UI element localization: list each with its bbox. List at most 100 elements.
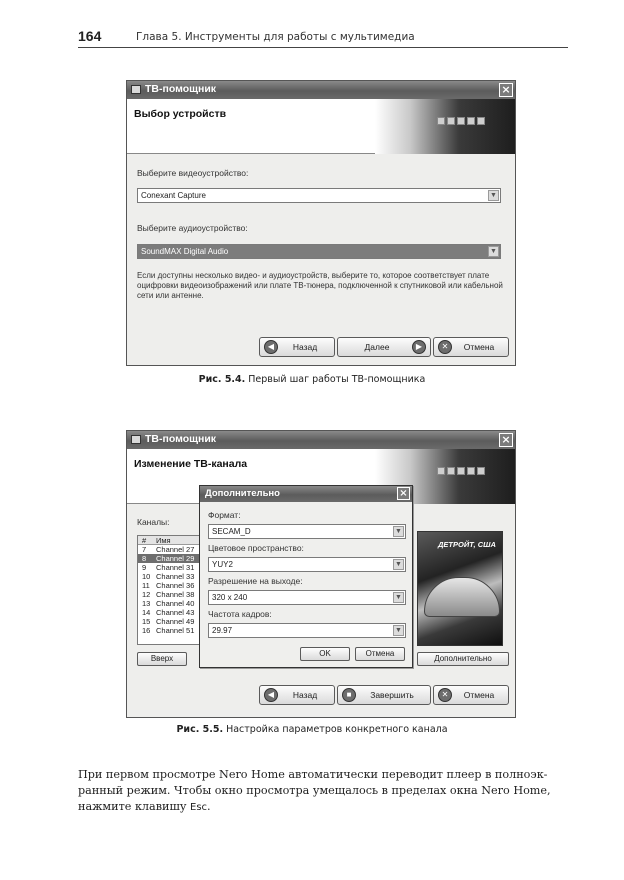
body-line: ранный режим. Чтобы окно просмотра умеща…	[78, 784, 551, 797]
help-text-line: сети или антенне.	[137, 291, 204, 300]
channel-name: Channel 43	[156, 608, 195, 617]
step-title: Выбор устройств	[134, 108, 227, 120]
figure-number: Рис. 5.4.	[198, 374, 246, 385]
frame-rate-select[interactable]: 29.97 ▼	[208, 623, 406, 638]
advanced-label: Дополнительно	[434, 654, 492, 663]
channel-number: 11	[142, 581, 150, 590]
list-item[interactable]: 9 Channel 31	[138, 563, 200, 572]
channel-list[interactable]: # Имя 7 Channel 27 8 Channel 29 9 Channel 31 1…	[137, 535, 201, 645]
running-header: 164 Глава 5. Инструменты для работы с му…	[78, 26, 568, 48]
finish-button[interactable]: ■ Завершить	[337, 685, 431, 705]
cancel-icon: ✕	[438, 340, 452, 354]
list-item[interactable]: 8 Channel 29	[138, 554, 200, 563]
figure-caption-text: Настройка параметров конкретного канала	[223, 724, 448, 735]
next-button-label: Далее	[364, 342, 390, 352]
resolution-select[interactable]: 320 x 240 ▼	[208, 590, 406, 605]
list-item[interactable]: 12 Channel 38	[138, 590, 200, 599]
channel-number: 15	[142, 617, 151, 626]
banner-artwork	[375, 99, 515, 154]
chevron-down-icon[interactable]: ▼	[393, 625, 404, 636]
app-icon	[131, 435, 141, 444]
dialog-cancel-button[interactable]: Отмена	[355, 647, 405, 661]
tv-preview: ДЕТРОЙТ, США	[417, 531, 503, 646]
channel-number: 12	[142, 590, 151, 599]
tv-wizard-window-channel: ТВ-помощник × Изменение ТВ-канала Каналы…	[126, 430, 516, 718]
audio-device-select[interactable]: SoundMAX Digital Audio ▼	[137, 244, 501, 259]
list-item[interactable]: 7 Channel 27	[138, 545, 200, 554]
channels-label: Каналы:	[137, 517, 170, 527]
list-item[interactable]: 11 Channel 36	[138, 581, 200, 590]
cancel-button-label: Отмена	[463, 690, 495, 700]
cancel-button[interactable]: ✕ Отмена	[433, 685, 509, 705]
channel-name: Channel 31	[156, 563, 195, 572]
close-icon[interactable]: ×	[499, 433, 513, 447]
body-line: При первом просмотре Nero Home автоматич…	[78, 768, 548, 781]
back-button-label: Назад	[292, 342, 318, 352]
back-button[interactable]: ◀ Назад	[259, 685, 335, 705]
back-button-label: Назад	[292, 690, 318, 700]
list-item[interactable]: 16 Channel 51	[138, 626, 200, 635]
back-button[interactable]: ◀ Назад	[259, 337, 335, 357]
ok-button[interactable]: OK	[300, 647, 350, 661]
help-text-line: Если доступны несколько видео- и аудиоус…	[137, 271, 490, 280]
audio-device-label: Выберите аудиоустройство:	[137, 223, 248, 233]
car-image	[424, 577, 500, 617]
move-up-label: Вверх	[150, 654, 174, 663]
esc-key-name: Esc	[190, 802, 208, 813]
help-text-line: оцифровки видеоизображений или плате ТВ-…	[137, 281, 503, 290]
advanced-dialog: Дополнительно × Формат: SECAM_D ▼ Цветов…	[199, 485, 413, 668]
step-title: Изменение ТВ-канала	[134, 458, 248, 470]
format-select[interactable]: SECAM_D ▼	[208, 524, 406, 539]
arrow-right-icon: ▶	[412, 340, 426, 354]
video-device-select[interactable]: Conexant Capture ▼	[137, 188, 501, 203]
format-value: SECAM_D	[212, 527, 251, 536]
stop-icon: ■	[342, 688, 356, 702]
chevron-down-icon[interactable]: ▼	[393, 592, 404, 603]
resolution-value: 320 x 240	[212, 593, 248, 602]
dialog-title-bar: Дополнительно ×	[200, 486, 412, 502]
channel-name: Channel 27	[156, 545, 195, 554]
advanced-button[interactable]: Дополнительно	[417, 652, 509, 666]
channel-name: Channel 49	[156, 617, 195, 626]
chevron-down-icon[interactable]: ▼	[393, 526, 404, 537]
cancel-button-label: Отмена	[463, 342, 495, 352]
resolution-label: Разрешение на выходе:	[208, 576, 303, 586]
chevron-down-icon[interactable]: ▼	[488, 246, 499, 257]
cancel-button[interactable]: ✕ Отмена	[433, 337, 509, 357]
arrow-left-icon: ◀	[264, 688, 278, 702]
list-header: # Имя	[138, 536, 200, 545]
app-icon	[131, 85, 141, 94]
chevron-down-icon[interactable]: ▼	[393, 559, 404, 570]
list-item[interactable]: 15 Channel 49	[138, 617, 200, 626]
audio-device-value: SoundMAX Digital Audio	[141, 247, 229, 256]
color-space-select[interactable]: YUY2 ▼	[208, 557, 406, 572]
channel-number: 10	[142, 572, 151, 581]
list-item[interactable]: 14 Channel 43	[138, 608, 200, 617]
channel-number: 8	[142, 554, 147, 563]
next-button[interactable]: Далее ▶	[337, 337, 431, 357]
page-number: 164	[78, 28, 102, 44]
channel-number: 7	[142, 545, 147, 554]
list-item[interactable]: 13 Channel 40	[138, 599, 200, 608]
color-space-value: YUY2	[212, 560, 233, 569]
channel-name: Channel 38	[156, 590, 195, 599]
figure-caption: Рис. 5.4. Первый шаг работы ТВ-помощника	[0, 374, 624, 385]
cancel-icon: ✕	[438, 688, 452, 702]
figure-caption-text: Первый шаг работы ТВ-помощника	[245, 374, 426, 385]
close-icon[interactable]: ×	[397, 487, 410, 500]
close-icon[interactable]: ×	[499, 83, 513, 97]
dialog-cancel-label: Отмена	[365, 649, 395, 658]
wizard-banner: Выбор устройств	[127, 99, 515, 154]
channel-name: Channel 51	[156, 626, 195, 635]
body-line: нажмите клавишу Esc.	[78, 799, 568, 816]
channel-name: Channel 29	[156, 554, 195, 563]
banner-icons	[437, 467, 487, 479]
chevron-down-icon[interactable]: ▼	[488, 190, 499, 201]
move-up-button[interactable]: Вверх	[137, 652, 187, 666]
list-item[interactable]: 10 Channel 33	[138, 572, 200, 581]
channel-number: 9	[142, 563, 147, 572]
dialog-title: Дополнительно	[205, 488, 280, 499]
channel-name: Channel 36	[156, 581, 195, 590]
video-device-value: Conexant Capture	[141, 191, 206, 200]
format-label: Формат:	[208, 510, 241, 520]
